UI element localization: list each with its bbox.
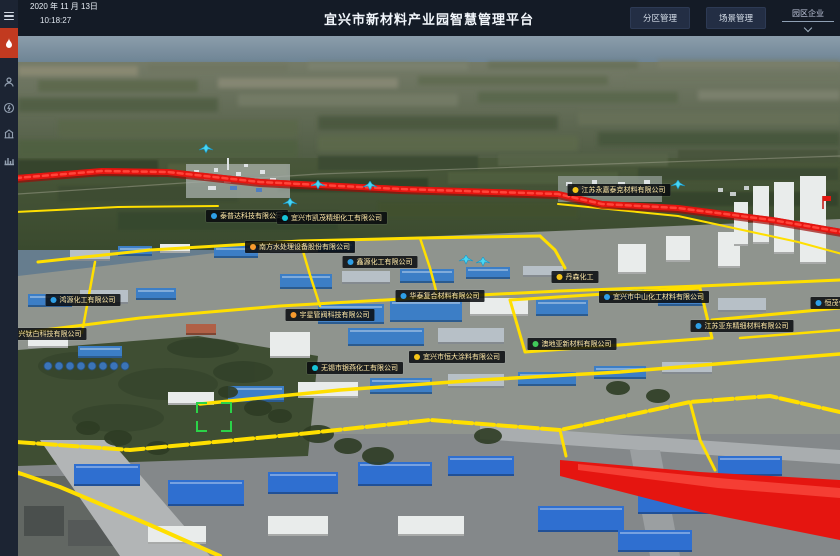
datetime-block: 2020 年 11 月 13日 10:18:27	[30, 3, 98, 25]
company-label-text: 华泰复合材料有限公司	[410, 293, 480, 300]
map-company-label[interactable]: 宜兴钛白科技有限公司	[18, 328, 87, 340]
company-label-text: 江苏永嘉泰克材料有限公司	[582, 187, 666, 194]
bird-sensor-marker-icon[interactable]	[670, 177, 686, 195]
company-marker-icon	[291, 312, 297, 318]
park-enterprise-dropdown[interactable]: 园区企业	[782, 6, 834, 31]
map-company-label[interactable]: 宜兴市恒大涂料有限公司	[409, 351, 505, 363]
company-label-text: 宜兴市恒大涂料有限公司	[423, 354, 500, 361]
bird-sensor-marker-icon[interactable]	[198, 141, 214, 159]
company-label-text: 宜兴市凯茂精细化工有限公司	[291, 215, 382, 222]
map-3d-view[interactable]: 泰普达科技有限公司 宜兴市凯茂精细化工有限公司南方水处理设备股份有限公司鑫源化工有…	[18, 36, 840, 556]
map-company-label[interactable]: 无锡市银燕化工有限公司	[307, 362, 403, 374]
company-label-text: 江苏亚东精细材料有限公司	[705, 323, 789, 330]
scene-management-button[interactable]: 场景管理	[706, 7, 766, 29]
company-label-text: 澳地亚新材料有限公司	[542, 341, 612, 348]
hamburger-icon	[4, 12, 14, 21]
current-time: 10:18:27	[40, 17, 98, 25]
company-marker-icon	[51, 297, 57, 303]
selection-target-icon[interactable]	[196, 402, 232, 432]
company-marker-icon	[816, 300, 822, 306]
flame-icon	[3, 37, 15, 49]
zone-management-button[interactable]: 分区管理	[630, 7, 690, 29]
toolbar-item-enterprise[interactable]	[0, 122, 18, 146]
header-bar: 2020 年 11 月 13日 10:18:27 宜兴市新材料产业园智慧管理平台…	[18, 0, 840, 36]
dropdown-divider	[782, 21, 834, 22]
smart-park-platform: 2020 年 11 月 13日 10:18:27 宜兴市新材料产业园智慧管理平台…	[0, 0, 840, 556]
map-company-label[interactable]: 南方水处理设备股份有限公司	[245, 241, 355, 253]
map-company-label[interactable]: 江苏永嘉泰克材料有限公司	[568, 184, 671, 196]
company-marker-icon	[312, 365, 318, 371]
bird-sensor-marker-icon[interactable]	[310, 177, 326, 195]
gauge-icon	[3, 102, 15, 114]
company-marker-icon	[557, 274, 563, 280]
map-company-label[interactable]: 宇星管阀科技有限公司	[286, 309, 375, 321]
company-marker-icon	[348, 259, 354, 265]
current-date: 2020 年 11 月 13日	[30, 2, 98, 11]
map-company-label[interactable]: 澳地亚新材料有限公司	[528, 338, 617, 350]
company-marker-icon	[414, 354, 420, 360]
company-label-text: 宜兴市中山化工材料有限公司	[613, 294, 704, 301]
bird-sensor-marker-icon[interactable]	[475, 254, 491, 272]
map-company-label[interactable]: 鑫源化工有限公司	[343, 256, 418, 268]
company-marker-icon	[696, 323, 702, 329]
company-label-text: 宇星管阀科技有限公司	[300, 312, 370, 319]
person-icon	[3, 76, 15, 88]
company-marker-icon	[533, 341, 539, 347]
map-company-label[interactable]: 宜兴市中山化工材料有限公司	[599, 291, 709, 303]
toolbar-item-personnel[interactable]	[0, 70, 18, 94]
company-marker-icon	[604, 294, 610, 300]
dropdown-label: 园区企业	[792, 6, 824, 21]
company-marker-icon	[282, 215, 288, 221]
map-company-label[interactable]: 宜兴市凯茂精细化工有限公司	[277, 212, 387, 224]
company-label-text: 泰普达科技有限公司	[220, 213, 283, 220]
map-company-label[interactable]: 恒茂化工有限公司	[811, 297, 840, 309]
map-company-label[interactable]: 华泰复合材料有限公司	[396, 290, 485, 302]
map-company-label[interactable]: 泰普达科技有限公司	[206, 210, 288, 222]
factory-chart-icon	[3, 154, 15, 166]
bird-sensor-marker-icon[interactable]	[362, 178, 378, 196]
toolbar-item-statistics[interactable]	[0, 148, 18, 172]
map-company-label[interactable]: 江苏亚东精细材料有限公司	[691, 320, 794, 332]
map-company-label[interactable]: 丹森化工	[552, 271, 599, 283]
company-label-text: 南方水处理设备股份有限公司	[259, 244, 350, 251]
company-label-text: 恒茂化工有限公司	[825, 300, 840, 307]
map-company-label[interactable]: 鸿源化工有限公司	[46, 294, 121, 306]
left-toolbar	[0, 0, 18, 556]
menu-button[interactable]	[0, 4, 18, 28]
toolbar-item-fire-monitor[interactable]	[0, 28, 18, 58]
company-label-text: 丹森化工	[566, 274, 594, 281]
company-marker-icon	[211, 213, 217, 219]
toolbar-item-energy[interactable]	[0, 96, 18, 120]
company-marker-icon	[250, 244, 256, 250]
chevron-down-icon	[804, 23, 812, 31]
company-label-text: 鸿源化工有限公司	[60, 297, 116, 304]
bank-building-icon	[3, 128, 15, 140]
company-marker-icon	[573, 187, 579, 193]
header-actions: 分区管理 场景管理 园区企业	[630, 0, 834, 36]
company-marker-icon	[401, 293, 407, 299]
bird-sensor-marker-icon[interactable]	[458, 252, 474, 270]
company-label-text: 鑫源化工有限公司	[357, 259, 413, 266]
company-label-text: 宜兴钛白科技有限公司	[18, 331, 82, 338]
company-label-text: 无锡市银燕化工有限公司	[321, 365, 398, 372]
